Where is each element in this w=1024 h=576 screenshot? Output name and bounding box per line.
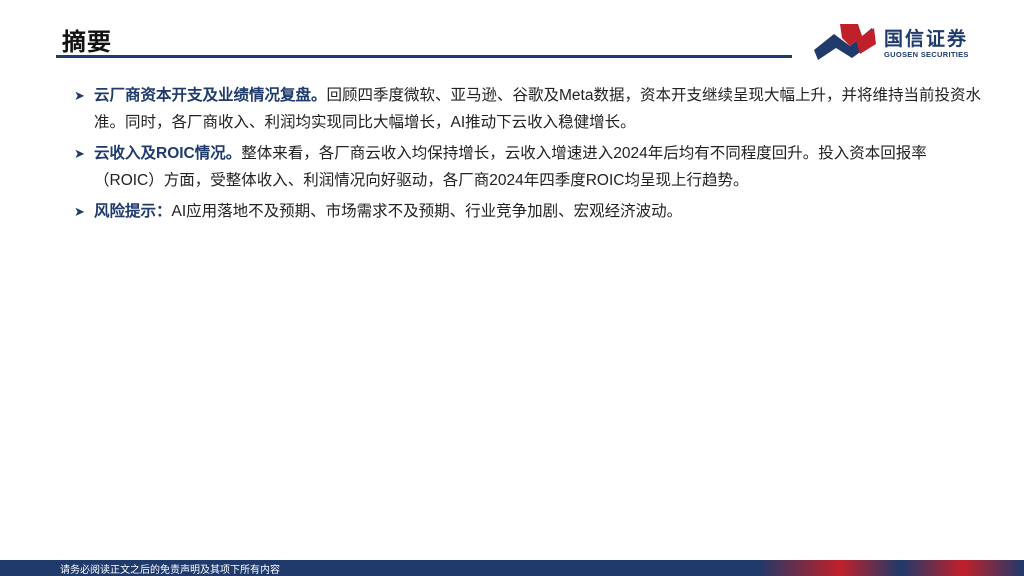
triangle-right-icon: ➤ [74,88,85,103]
guosen-logo-icon [814,24,876,60]
triangle-right-icon: ➤ [74,146,85,161]
page-title: 摘要 [62,29,112,56]
triangle-right-icon: ➤ [74,204,85,219]
list-item: ➤ 风险提示：AI应用落地不及预期、市场需求不及预期、行业竞争加剧、宏观经济波动… [72,198,982,225]
list-item: ➤ 云收入及ROIC情况。整体来看，各厂商云收入均保持增长，云收入增速进入202… [72,140,982,194]
summary-list: ➤ 云厂商资本开支及业绩情况复盘。回顾四季度微软、亚马逊、谷歌及Meta数据，资… [72,82,982,229]
list-item: ➤ 云厂商资本开支及业绩情况复盘。回顾四季度微软、亚马逊、谷歌及Meta数据，资… [72,82,982,136]
logo-chinese-name: 国信证券 [884,29,969,50]
company-logo: 国信证券 GUOSEN SECURITIES [812,20,982,62]
title-divider [56,55,792,58]
logo-english-name: GUOSEN SECURITIES [884,50,969,59]
footer-disclaimer: 请务必阅读正文之后的免责声明及其项下所有内容 [60,565,280,576]
bullet-lead: 风险提示： [94,203,172,220]
bullet-lead: 云收入及ROIC情况。 [94,145,242,162]
bullet-text: AI应用落地不及预期、市场需求不及预期、行业竞争加剧、宏观经济波动。 [171,203,683,220]
bullet-lead: 云厂商资本开支及业绩情况复盘。 [94,87,327,104]
